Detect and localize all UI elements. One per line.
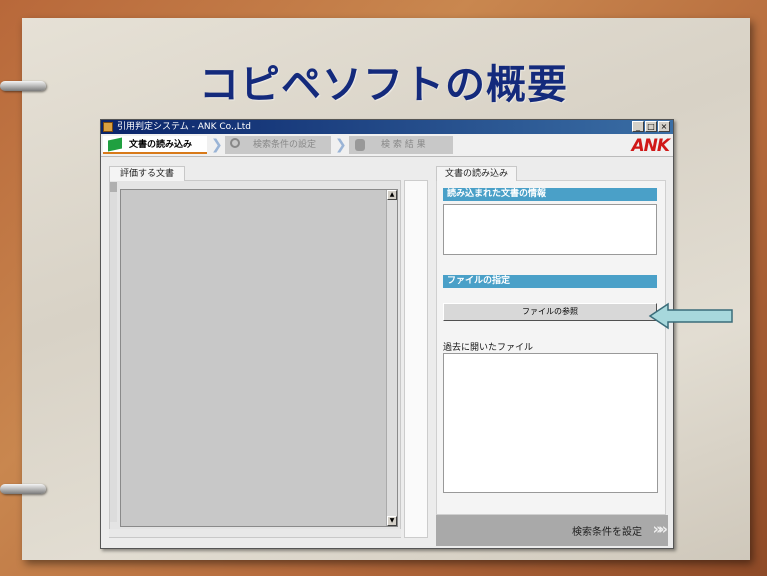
minimize-button[interactable]: _ [632,121,644,132]
document-viewer[interactable]: ▲ ▼ [120,189,398,527]
ank-logo: ANK [631,136,670,156]
step-label: 検 索 結 果 [381,140,426,150]
app-window: 引用判定システム - ANK Co.,Ltd _ □ × 文書の読み込み ❯ 検… [100,119,674,549]
app-icon [103,122,113,132]
step-label: 文書の読み込み [129,140,193,150]
loaded-info-box [443,204,657,255]
window-controls: _ □ × [632,121,670,132]
scroll-down-arrow-icon[interactable]: ▼ [387,516,397,526]
double-chevron-right-icon: »» [652,520,669,538]
browse-file-button[interactable]: ファイルの参照 [443,303,657,321]
tab-document-to-evaluate[interactable]: 評価する文書 [109,166,186,181]
step-search-results[interactable]: 検 索 結 果 [349,136,453,154]
recent-files-list[interactable] [443,353,658,493]
panel-divider [404,180,428,538]
magnifier-icon [230,138,240,148]
slide-title: コピペソフトの概要 [199,62,568,108]
step-load-document[interactable]: 文書の読み込み [103,136,207,154]
window-titlebar: 引用判定システム - ANK Co.,Ltd _ □ × [101,120,673,134]
wizard-step-bar: 文書の読み込み ❯ 検索条件の設定 ❯ 検 索 結 果 ANK [101,134,673,157]
scroll-up-arrow-icon[interactable]: ▲ [387,190,397,200]
file-spec-header: ファイルの指定 [443,275,657,288]
next-step-button[interactable]: 検索条件を設定 [572,523,642,538]
vertical-scrollbar[interactable]: ▲ ▼ [386,190,397,526]
binder-ring-bottom [0,484,46,494]
main-content: 評価する文書 ▲ ▼ 文書の読み込み 読み込まれた文書の情報 ファイルの指定 フ… [101,157,673,548]
next-step-bar[interactable]: 検索条件を設定 »» [436,515,668,546]
close-button[interactable]: × [658,121,670,132]
maximize-button[interactable]: □ [645,121,657,132]
outer-scrollbar[interactable] [110,182,117,522]
scroll-thumb[interactable] [110,182,117,192]
step-search-settings[interactable]: 検索条件の設定 [225,136,331,154]
tab-load-document[interactable]: 文書の読み込み [436,166,518,181]
horizontal-scrollbar[interactable] [109,529,401,537]
loaded-info-header: 読み込まれた文書の情報 [443,188,657,201]
book-icon [108,137,122,152]
chevron-right-icon: ❯ [335,137,347,153]
result-icon [355,139,365,151]
recent-files-label: 過去に開いたファイル [443,343,534,353]
window-title: 引用判定システム - ANK Co.,Ltd [117,122,251,132]
chevron-right-icon: ❯ [211,137,223,153]
step-label: 検索条件の設定 [253,140,317,150]
pointer-arrow-icon [648,302,733,330]
